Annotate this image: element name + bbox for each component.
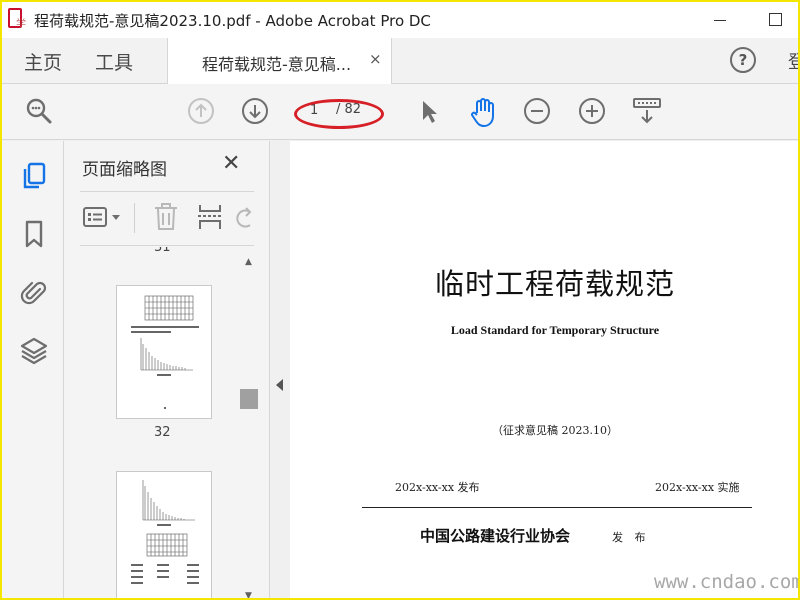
implement-date: 202x-xx-xx 实施 (655, 481, 740, 494)
panel-collapse-handle[interactable] (270, 141, 290, 598)
left-rail (2, 141, 64, 598)
select-tool-icon[interactable] (414, 96, 444, 126)
scrollbar-thumb[interactable] (240, 389, 258, 409)
scrolling-mode-icon[interactable] (632, 96, 662, 126)
site-watermark: www.cndao.com (654, 571, 800, 593)
document-tab-label: 程荷载规范-意见稿... (202, 55, 352, 74)
collapse-arrow-icon (276, 379, 283, 391)
thumbnail-page-label: 32 (154, 425, 171, 440)
maximize-button[interactable] (754, 8, 794, 32)
rotate-page-icon[interactable] (234, 203, 254, 233)
close-panel-icon[interactable]: ✕ (222, 151, 240, 176)
document-subtitle: Load Standard for Temporary Structure (450, 323, 660, 337)
main-toolbar: / 82 (2, 84, 798, 140)
page-number-input[interactable] (300, 99, 332, 121)
previous-page-button[interactable] (186, 96, 216, 126)
issue-label: 发 布 (612, 531, 650, 544)
panel-toolbar (80, 197, 254, 241)
sign-in-button[interactable]: 登 (788, 48, 798, 74)
page-thumbnail[interactable] (116, 471, 212, 598)
tab-document[interactable]: 程荷载规范-意见稿... × (168, 38, 392, 84)
page-thumbnail[interactable] (116, 285, 212, 419)
toolbar-divider (134, 203, 135, 233)
minimize-button[interactable] (706, 8, 746, 32)
document-page: 临时工程荷载规范 Load Standard for Temporary Str… (290, 141, 800, 598)
panel-divider (80, 245, 254, 246)
layers-icon[interactable] (20, 335, 48, 365)
draft-note: （征求意见稿 2023.10） (492, 424, 618, 437)
tab-home[interactable]: 主页 (24, 48, 62, 75)
panel-title: 页面缩略图 (82, 160, 167, 180)
thumbnail-page-label: 31 (154, 247, 171, 255)
page-navigator: / 82 (294, 98, 384, 124)
acrobat-logo-icon: 学 (8, 8, 30, 30)
close-tab-icon[interactable]: × (369, 50, 382, 68)
search-icon[interactable] (24, 96, 54, 126)
window-title: 程荷载规范-意见稿2023.10.pdf - Adobe Acrobat Pro… (34, 12, 431, 30)
panel-divider (80, 191, 254, 192)
title-bar: 学 程荷载规范-意见稿2023.10.pdf - Adobe Acrobat P… (2, 2, 798, 38)
next-page-button[interactable] (240, 96, 270, 126)
scroll-up-arrow-icon[interactable]: ▲ (245, 257, 252, 267)
tab-bar: 主页 工具 程荷载规范-意见稿... × ? 登 (2, 38, 798, 84)
bookmark-icon[interactable] (20, 219, 48, 249)
tab-tools[interactable]: 工具 (95, 48, 133, 75)
attachment-icon[interactable] (20, 277, 48, 307)
thumbnail-options-button[interactable] (82, 205, 124, 231)
hand-tool-icon[interactable] (468, 96, 498, 127)
thumbnails-panel: 页面缩略图 ✕ 31 32 ▲ ▼ (64, 141, 270, 598)
zoom-out-button[interactable] (522, 96, 552, 126)
scroll-down-arrow-icon[interactable]: ▼ (245, 591, 252, 598)
extract-pages-icon[interactable] (196, 201, 224, 233)
document-title: 临时工程荷载规范 (434, 267, 675, 301)
page-total: / 82 (336, 102, 362, 117)
zoom-in-button[interactable] (577, 96, 607, 126)
issuer-name: 中国公路建设行业协会 (420, 527, 571, 545)
delete-page-icon[interactable] (152, 201, 180, 233)
thumbnail-scrollbar[interactable] (240, 251, 258, 598)
page-thumbnails-icon[interactable] (20, 161, 48, 191)
horizontal-rule (362, 507, 752, 508)
help-icon[interactable]: ? (730, 47, 756, 73)
publish-date: 202x-xx-xx 发布 (395, 481, 480, 494)
app-window: 学 程荷载规范-意见稿2023.10.pdf - Adobe Acrobat P… (0, 0, 800, 600)
thumbnail-list: 31 32 (64, 247, 242, 598)
